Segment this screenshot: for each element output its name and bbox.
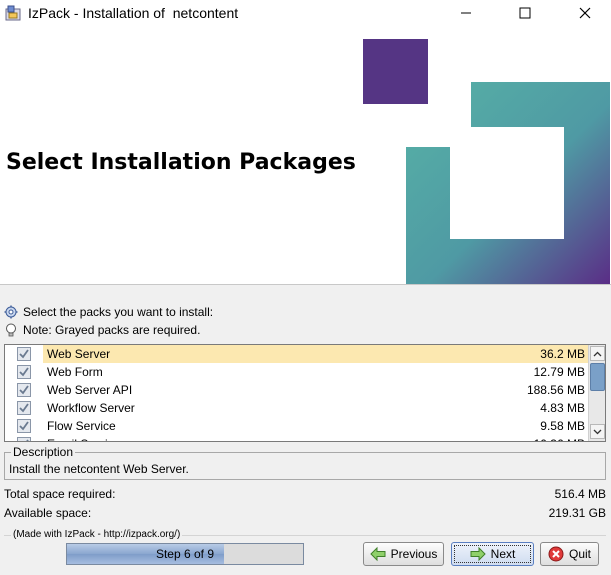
checkbox-checked-icon[interactable] — [17, 419, 31, 433]
description-legend: Description — [11, 445, 76, 459]
pack-name: Web Server — [47, 347, 111, 361]
page-title: Select Installation Packages — [6, 150, 356, 175]
pack-row[interactable]: Web Server 36.2 MB — [5, 345, 589, 363]
gear-icon — [4, 305, 18, 319]
pack-name: Web Form — [47, 365, 103, 379]
available-space-value: 219.31 GB — [548, 506, 606, 520]
pack-row[interactable]: Web Server API 188.56 MB — [5, 381, 589, 399]
pack-size: 9.58 MB — [540, 419, 585, 433]
selection-highlight — [43, 345, 589, 363]
pack-name: Web Server API — [47, 383, 133, 397]
select-packs-info: Select the packs you want to install: — [4, 305, 213, 319]
checkbox-checked-icon[interactable] — [17, 347, 31, 361]
next-label: Next — [490, 547, 516, 561]
grayed-note-text: Note: Grayed packs are required. — [23, 323, 201, 337]
packs-table[interactable]: Web Server 36.2 MB Web Form 12.79 MB Web Ser… — [4, 344, 606, 442]
maximize-icon — [519, 7, 531, 19]
progress-text: Step 6 of 9 — [155, 547, 215, 561]
header-banner: Select Installation Packages — [0, 26, 611, 284]
pack-row[interactable]: Email Service 10.36 MB — [5, 435, 589, 442]
available-space-label: Available space: — [4, 506, 92, 520]
maximize-button[interactable] — [505, 0, 545, 26]
window-title: IzPack - Installation of netcontent — [28, 5, 239, 21]
next-button[interactable]: Next — [451, 542, 534, 566]
packs-scrollbar[interactable] — [588, 345, 605, 441]
available-space-row: Available space: 219.31 GB — [4, 506, 606, 520]
grayed-note-info: Note: Grayed packs are required. — [4, 323, 200, 337]
scroll-thumb[interactable] — [590, 363, 605, 391]
close-icon — [579, 7, 591, 19]
quit-button[interactable]: Quit — [540, 542, 599, 566]
arrow-left-icon — [369, 546, 386, 562]
app-icon — [5, 5, 21, 21]
total-space-label: Total space required: — [4, 487, 116, 501]
close-button[interactable] — [565, 0, 605, 26]
pack-name: Workflow Server — [47, 401, 135, 415]
pack-size: 188.56 MB — [526, 383, 585, 397]
quit-label: Quit — [568, 547, 591, 561]
pack-row[interactable]: Workflow Server 4.83 MB — [5, 399, 589, 417]
total-space-row: Total space required: 516.4 MB — [4, 487, 606, 501]
description-text: Install the netcontent Web Server. — [9, 462, 189, 476]
previous-label: Previous — [390, 547, 438, 561]
checkbox-checked-icon[interactable] — [17, 365, 31, 379]
chevron-up-icon — [593, 351, 602, 356]
header-divider — [0, 284, 611, 285]
brand-logo — [363, 39, 610, 284]
chevron-down-icon — [593, 429, 602, 434]
title-bar: IzPack - Installation of netcontent — [0, 0, 611, 26]
arrow-right-icon — [470, 546, 486, 562]
pack-name: Flow Service — [47, 419, 116, 433]
scroll-up-button[interactable] — [590, 346, 605, 361]
quit-icon — [548, 546, 564, 562]
pack-size: 36.2 MB — [540, 347, 585, 361]
pack-size: 4.83 MB — [540, 401, 585, 415]
scroll-down-button[interactable] — [590, 424, 605, 439]
total-space-value: 516.4 MB — [554, 487, 606, 501]
pack-size: 12.79 MB — [533, 365, 585, 379]
step-progress-bar: Step 6 of 9 — [66, 543, 304, 565]
minimize-button[interactable] — [446, 0, 486, 26]
checkbox-checked-icon[interactable] — [17, 437, 31, 442]
pack-name: Email Service — [47, 437, 120, 441]
description-box: Description Install the netcontent Web S… — [4, 445, 606, 480]
pack-row[interactable]: Web Form 12.79 MB — [5, 363, 589, 381]
pack-row[interactable]: Flow Service 9.58 MB — [5, 417, 589, 435]
previous-button[interactable]: Previous — [363, 542, 444, 566]
made-with-text: (Made with IzPack - http://izpack.org/) — [11, 529, 183, 540]
checkbox-checked-icon[interactable] — [17, 401, 31, 415]
lightbulb-icon — [6, 323, 16, 337]
minimize-icon — [461, 12, 471, 14]
checkbox-checked-icon[interactable] — [17, 383, 31, 397]
pack-size: 10.36 MB — [534, 437, 585, 441]
select-packs-text: Select the packs you want to install: — [23, 305, 214, 319]
